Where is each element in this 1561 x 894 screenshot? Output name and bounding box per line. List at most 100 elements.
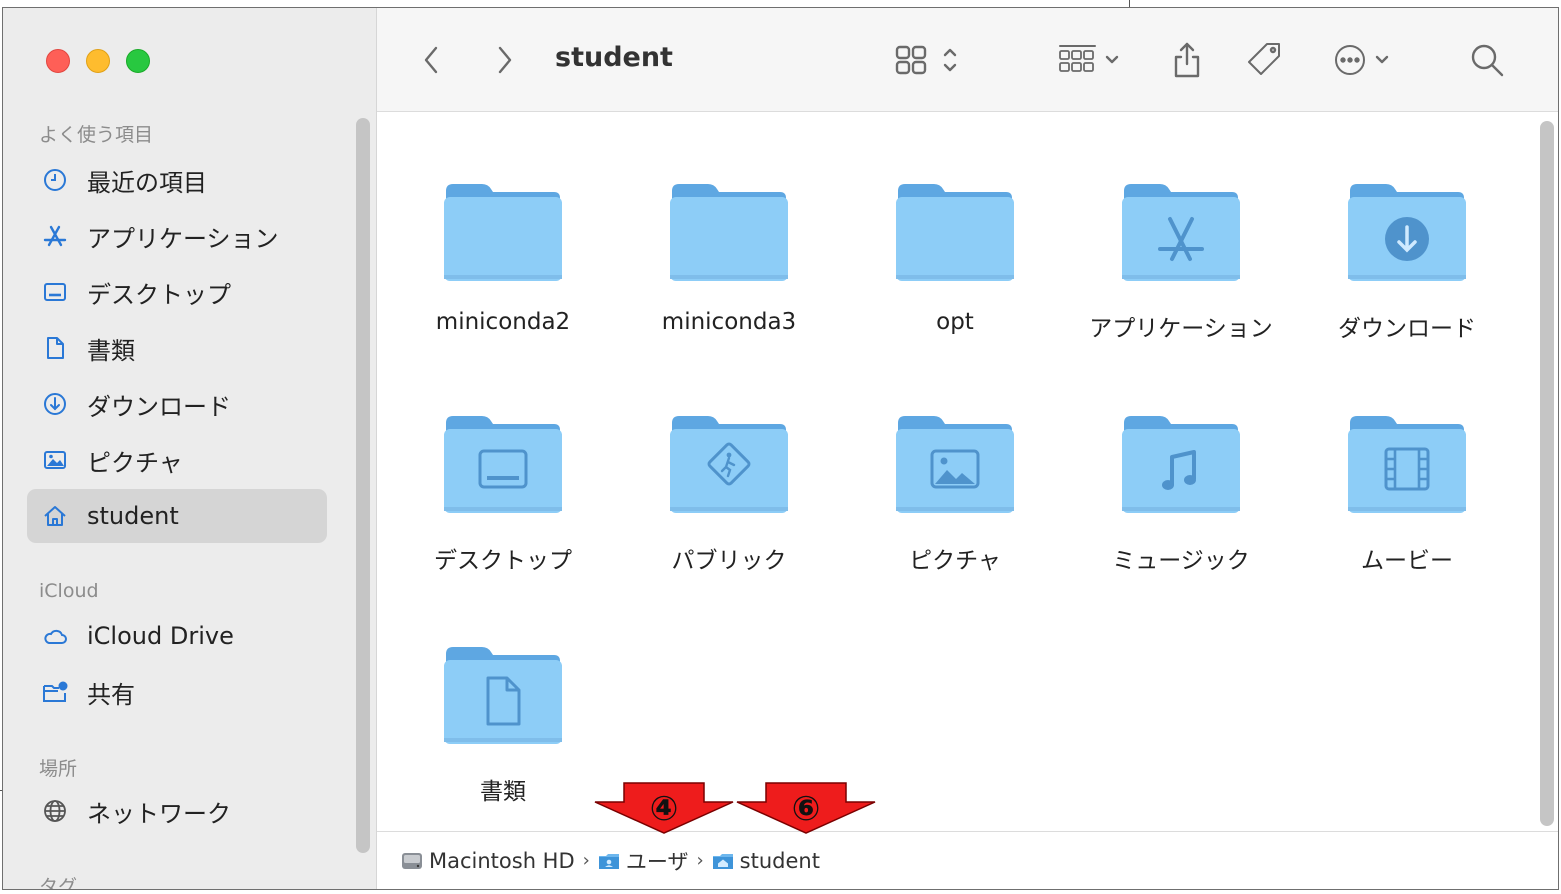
folder-icon	[1120, 413, 1242, 515]
ellipsis-circle-icon	[1335, 45, 1389, 75]
desktop-icon	[41, 278, 69, 306]
tag-icon	[1248, 43, 1280, 75]
sidebar-item-downloads[interactable]: ダウンロード	[27, 377, 327, 431]
file-item[interactable]: パブリック	[629, 413, 829, 575]
file-item[interactable]: デスクトップ	[403, 413, 603, 575]
folder-icon	[1346, 413, 1468, 515]
file-item[interactable]: ピクチャ	[855, 413, 1055, 575]
home-folder-icon	[712, 851, 734, 871]
file-item[interactable]: miniconda2	[403, 181, 603, 335]
photo-icon	[41, 446, 69, 474]
sidebar-section-locations: 場所	[39, 758, 78, 780]
file-label: ムービー	[1361, 548, 1453, 574]
annotation-arrow-6: ⑥	[736, 782, 876, 834]
folder-icon	[442, 413, 564, 515]
file-grid: miniconda2 miniconda3 opt アプリケーション ダウンロードデスク…	[377, 113, 1558, 831]
chevron-right-icon	[498, 46, 512, 74]
annotation-label: ⑥	[792, 789, 821, 829]
chevron-left-icon	[424, 46, 438, 74]
sidebar: よく使う項目 最近の項目 アプリケーション デスクトップ 書類 ダウンロード ピ…	[3, 8, 377, 889]
sidebar-item-pictures[interactable]: ピクチャ	[27, 433, 327, 487]
sidebar-item-desktop[interactable]: デスクトップ	[27, 265, 327, 319]
sidebar-item-label: ダウンロード	[87, 392, 231, 421]
annotation-arrow-4: ④	[594, 782, 734, 834]
content-scrollbar[interactable]	[1540, 121, 1554, 826]
toolbar: student	[377, 8, 1558, 112]
folder-icon	[442, 181, 564, 283]
file-label: 書類	[480, 779, 526, 805]
folder-icon	[668, 181, 790, 283]
sidebar-item-label: student	[87, 502, 179, 530]
sidebar-item-student[interactable]: student	[27, 489, 327, 543]
more-actions-button[interactable]	[1332, 40, 1402, 80]
tag-button[interactable]	[1245, 40, 1285, 80]
file-item[interactable]: アプリケーション	[1081, 181, 1281, 343]
sidebar-item-documents[interactable]: 書類	[27, 321, 327, 375]
file-label: ダウンロード	[1338, 316, 1476, 342]
sidebar-item-recents[interactable]: 最近の項目	[27, 153, 327, 207]
folder-icon	[894, 413, 1016, 515]
share-button[interactable]	[1171, 40, 1203, 80]
file-item[interactable]: ダウンロード	[1307, 181, 1507, 343]
file-label: opt	[936, 309, 974, 335]
path-item-student[interactable]: student	[740, 849, 820, 873]
back-button[interactable]	[421, 40, 441, 80]
main-pane: student miniconda2 miniconda3 opt アプリケーシ…	[377, 8, 1558, 889]
window-title: student	[555, 42, 673, 73]
file-label: パブリック	[671, 548, 787, 574]
path-item-macintosh-hd[interactable]: Macintosh HD	[429, 849, 575, 873]
folder-icon	[1120, 181, 1242, 283]
search-icon	[1471, 44, 1504, 77]
sidebar-item-icloud-drive[interactable]: iCloud Drive	[27, 609, 327, 663]
path-separator: ›	[582, 850, 590, 871]
applications-icon	[41, 222, 69, 250]
sidebar-item-label: ネットワーク	[87, 799, 231, 828]
cloud-icon	[41, 622, 69, 650]
users-folder-icon	[598, 851, 620, 871]
forward-button[interactable]	[495, 40, 515, 80]
sidebar-item-network[interactable]: ネットワーク	[27, 784, 327, 838]
network-icon	[41, 797, 69, 825]
file-label: ミュージック	[1112, 548, 1250, 574]
file-item[interactable]: miniconda3	[629, 181, 829, 335]
path-separator: ›	[696, 850, 704, 871]
sidebar-item-label: デスクトップ	[87, 280, 231, 309]
file-item[interactable]: ミュージック	[1081, 413, 1281, 575]
share-icon	[1174, 42, 1200, 78]
sidebar-item-label: iCloud Drive	[87, 622, 234, 650]
sidebar-item-shared[interactable]: 共有	[27, 665, 327, 719]
close-window-button[interactable]	[46, 49, 70, 73]
sidebar-scrollbar[interactable]	[356, 118, 370, 853]
sidebar-item-label: 書類	[87, 336, 135, 365]
view-mode-button[interactable]	[893, 40, 967, 80]
sidebar-item-label: ピクチャ	[87, 448, 183, 477]
sidebar-section-icloud: iCloud	[39, 580, 99, 602]
shared-folder-icon	[41, 678, 69, 706]
path-bar: Macintosh HD › ユーザ › student	[377, 831, 1558, 889]
file-label: デスクトップ	[434, 548, 572, 574]
hard-drive-icon	[401, 851, 423, 871]
group-button[interactable]	[1057, 40, 1127, 80]
file-item[interactable]: 書類	[403, 644, 603, 806]
sidebar-section-favorites: よく使う項目	[39, 124, 154, 146]
path-item-users[interactable]: ユーザ	[626, 846, 689, 876]
icon-grid-view-icon	[895, 45, 957, 75]
file-label: miniconda2	[435, 309, 571, 335]
clock-icon	[41, 166, 69, 194]
download-icon	[41, 390, 69, 418]
folder-icon	[1346, 181, 1468, 283]
file-item[interactable]: ムービー	[1307, 413, 1507, 575]
window-controls	[46, 49, 150, 73]
file-item[interactable]: opt	[855, 181, 1055, 335]
finder-window: よく使う項目 最近の項目 アプリケーション デスクトップ 書類 ダウンロード ピ…	[2, 7, 1559, 890]
file-label: ピクチャ	[909, 548, 1001, 574]
zoom-window-button[interactable]	[126, 49, 150, 73]
file-label: miniconda3	[661, 309, 797, 335]
minimize-window-button[interactable]	[86, 49, 110, 73]
sidebar-item-applications[interactable]: アプリケーション	[27, 209, 327, 263]
folder-icon	[894, 181, 1016, 283]
file-label: アプリケーション	[1089, 316, 1273, 342]
home-icon	[41, 502, 69, 530]
group-view-icon	[1059, 45, 1119, 72]
search-button[interactable]	[1469, 40, 1505, 80]
